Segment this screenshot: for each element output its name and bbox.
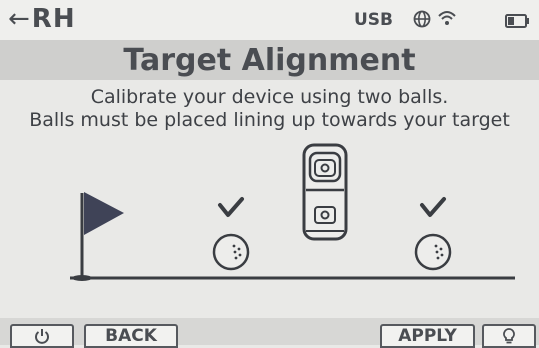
launch-monitor-icon: [302, 143, 348, 241]
wifi-icon: [437, 9, 457, 31]
title-banner: Target Alignment: [0, 40, 539, 80]
instruction-line-1: Calibrate your device using two balls.: [90, 86, 449, 108]
apply-button[interactable]: APPLY: [380, 324, 475, 348]
globe-icon: [413, 10, 431, 32]
back-button-label: BACK: [105, 326, 157, 346]
usb-status: USB: [354, 10, 394, 30]
back-arrow-icon: ←: [8, 4, 30, 34]
battery-icon: [505, 13, 531, 32]
instruction-line-2: Balls must be placed lining up towards y…: [29, 109, 510, 131]
lightbulb-icon: [503, 328, 515, 344]
power-icon: [35, 329, 49, 344]
apply-button-label: APPLY: [398, 326, 457, 346]
power-button[interactable]: [10, 324, 74, 348]
target-alignment-screen: ← RH USB Target Alignment Calibrate your…: [0, 0, 539, 348]
flag-icon: [72, 192, 124, 281]
golf-ball-icon: [414, 233, 452, 271]
handedness-label: RH: [31, 4, 76, 34]
lightbulb-button[interactable]: [482, 324, 536, 348]
status-bar: ← RH USB: [0, 0, 539, 40]
golf-ball-icon: [212, 233, 250, 271]
handedness-back-button[interactable]: ← RH: [8, 4, 76, 34]
alignment-illustration: [70, 143, 515, 281]
checkmark-icon: [218, 197, 244, 217]
page-title: Target Alignment: [123, 42, 416, 78]
back-button[interactable]: BACK: [84, 324, 178, 348]
checkmark-icon: [420, 197, 446, 217]
